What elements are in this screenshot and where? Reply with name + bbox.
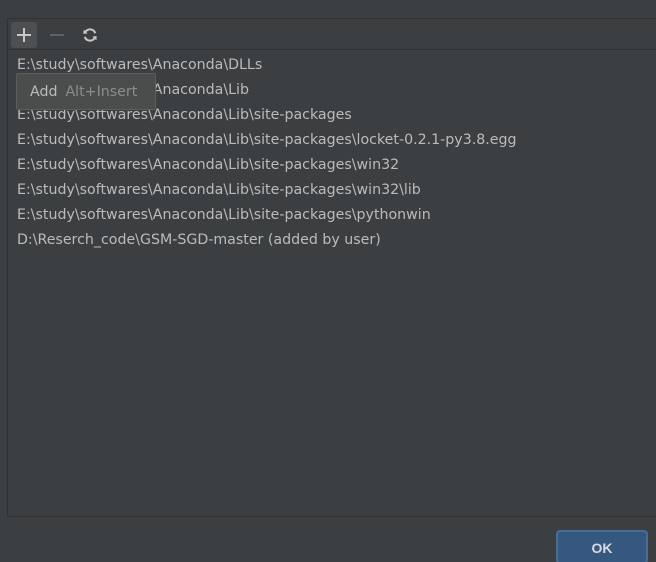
ok-button[interactable]: OK bbox=[556, 530, 648, 562]
minus-icon bbox=[50, 34, 64, 36]
path-item[interactable]: D:\Reserch_code\GSM-SGD-master (added by… bbox=[8, 228, 656, 253]
add-tooltip: Add Alt+Insert bbox=[16, 73, 156, 110]
refresh-icon bbox=[83, 28, 97, 42]
remove-path-button[interactable] bbox=[44, 22, 70, 48]
tooltip-action-label: Add bbox=[30, 83, 58, 100]
path-item[interactable]: E:\study\softwares\Anaconda\Lib\site-pac… bbox=[8, 153, 656, 178]
add-path-button[interactable] bbox=[11, 22, 37, 48]
path-item[interactable]: E:\study\softwares\Anaconda\Lib\site-pac… bbox=[8, 128, 656, 153]
path-item[interactable]: E:\study\softwares\Anaconda\Lib\site-pac… bbox=[8, 178, 656, 203]
dialog-title-strip bbox=[0, 0, 656, 18]
paths-toolbar bbox=[8, 19, 656, 50]
reload-paths-button[interactable] bbox=[77, 22, 103, 48]
plus-icon bbox=[17, 28, 31, 42]
interpreter-paths-dialog: E:\study\softwares\Anaconda\DLLs E:\stud… bbox=[0, 0, 656, 562]
tooltip-shortcut-label: Alt+Insert bbox=[65, 83, 138, 100]
path-item[interactable]: E:\study\softwares\Anaconda\Lib\site-pac… bbox=[8, 203, 656, 228]
